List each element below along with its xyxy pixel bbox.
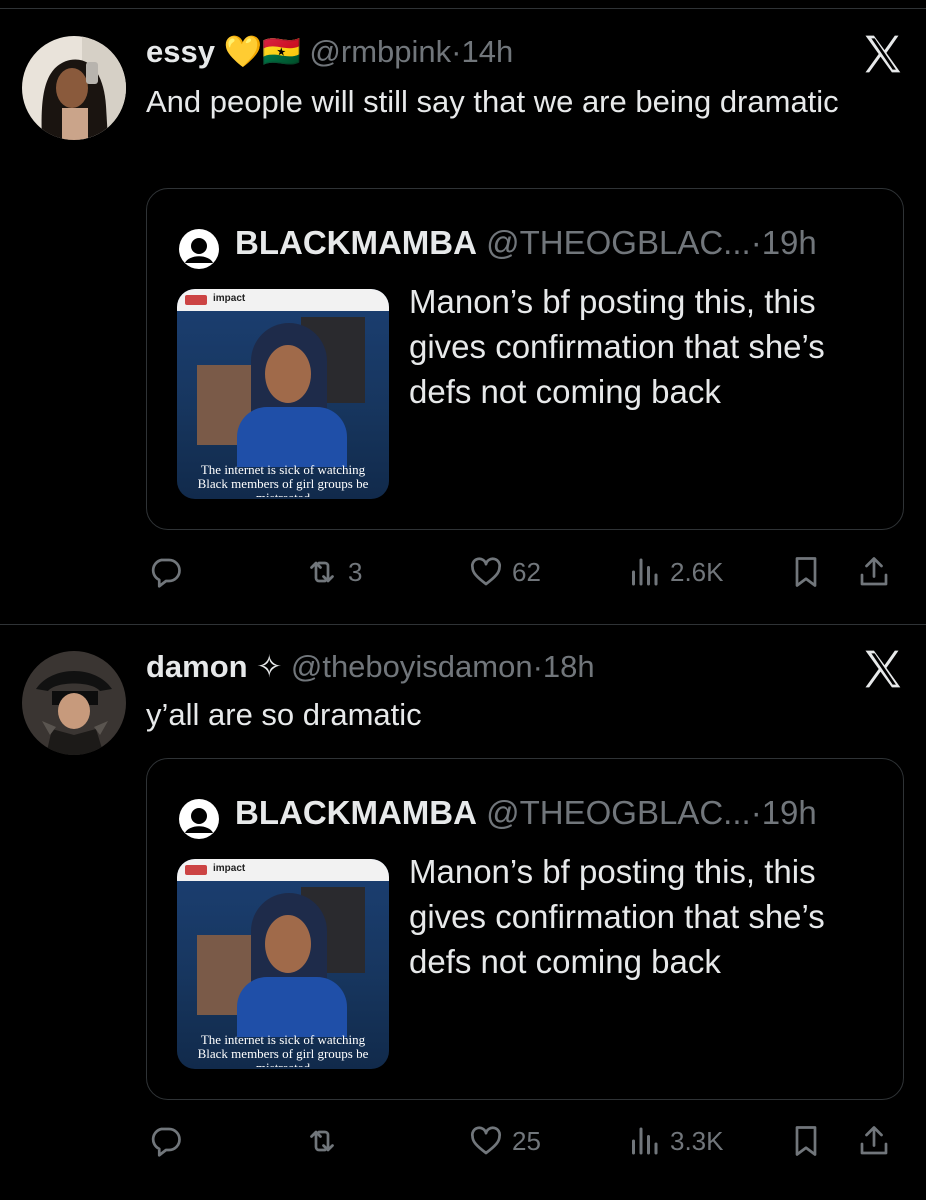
dot-separator: ·	[750, 794, 762, 831]
action-bar: 3 62 2.6K	[0, 552, 926, 592]
view-count: 2.6K	[670, 556, 724, 587]
avatar[interactable]	[22, 36, 126, 140]
quoted-tweet[interactable]: BLACKMAMBA @THEOGBLAC...·19h impact The …	[146, 188, 904, 530]
quoted-name: BLACKMAMBA	[235, 224, 477, 261]
quoted-handle: @THEOGBLAC...	[486, 794, 751, 831]
reply-button[interactable]	[148, 1121, 192, 1161]
reply-button[interactable]	[148, 552, 192, 592]
image-caption: The internet is sick of watching Black m…	[197, 1033, 369, 1067]
image-header-label: impact	[213, 293, 246, 304]
like-icon	[471, 1126, 501, 1155]
retweet-button[interactable]	[304, 1121, 348, 1161]
dot-separator: ·	[750, 224, 762, 261]
avatar[interactable]	[22, 651, 126, 755]
quoted-text: Manon’s bf posting this, this gives conf…	[409, 283, 825, 410]
dot-separator: ·	[532, 649, 543, 684]
default-avatar-icon	[177, 797, 221, 841]
retweet-button[interactable]: 3	[304, 552, 362, 592]
quoted-text: Manon’s bf posting this, this gives conf…	[409, 853, 825, 980]
like-button[interactable]: 25	[468, 1121, 541, 1161]
quoted-header: BLACKMAMBA @THEOGBLAC...·19h	[235, 221, 817, 265]
retweet-icon	[310, 1130, 334, 1152]
dot-separator: ·	[451, 34, 462, 69]
image-header-label: impact	[213, 863, 246, 874]
image-caption: The internet is sick of watching Black m…	[197, 463, 369, 497]
quoted-image[interactable]: impact The internet is sick of watching …	[177, 289, 389, 499]
name-emoji: ✧	[256, 649, 283, 684]
tweet-text: And people will still say that we are be…	[146, 84, 839, 119]
tweet-header: essy 💛🇬🇭 @rmbpink·14h	[146, 32, 513, 72]
x-logo-icon	[860, 32, 904, 76]
bookmark-icon	[795, 1126, 817, 1156]
quoted-handle: @THEOGBLAC...	[486, 224, 751, 261]
like-button[interactable]: 62	[468, 552, 541, 592]
display-name[interactable]: essy	[146, 34, 215, 69]
tweet[interactable]: essy 💛🇬🇭 @rmbpink·14h And people will st…	[0, 0, 926, 624]
quoted-image[interactable]: impact The internet is sick of watching …	[177, 859, 389, 1069]
quoted-name: BLACKMAMBA	[235, 794, 477, 831]
x-logo-icon	[860, 647, 904, 691]
views-icon	[632, 558, 658, 586]
share-icon	[860, 557, 888, 586]
reply-icon	[151, 558, 181, 588]
share-icon	[860, 1126, 888, 1155]
view-count: 3.3K	[670, 1125, 724, 1156]
share-button[interactable]	[856, 552, 892, 592]
retweet-count: 3	[348, 556, 363, 587]
handle[interactable]: @theboyisdamon	[291, 649, 533, 684]
timestamp[interactable]: 18h	[543, 649, 595, 684]
bookmark-icon	[795, 557, 817, 587]
bookmark-button[interactable]	[788, 552, 824, 592]
views-button[interactable]: 3.3K	[626, 1121, 724, 1161]
views-button[interactable]: 2.6K	[626, 552, 724, 592]
name-emoji: 💛🇬🇭	[223, 34, 301, 69]
quoted-header: BLACKMAMBA @THEOGBLAC...·19h	[235, 791, 817, 835]
views-icon	[632, 1127, 658, 1155]
default-avatar-icon	[177, 227, 221, 271]
timestamp[interactable]: 14h	[461, 34, 513, 69]
share-button[interactable]	[856, 1121, 892, 1161]
tweet-text: y’all are so dramatic	[146, 697, 422, 732]
action-bar: 25 3.3K	[0, 1121, 926, 1161]
like-count: 25	[512, 1125, 541, 1156]
quoted-tweet[interactable]: BLACKMAMBA @THEOGBLAC...·19h impact The …	[146, 758, 904, 1100]
reply-icon	[151, 1127, 181, 1157]
retweet-icon	[310, 561, 334, 583]
like-icon	[471, 557, 501, 586]
like-count: 62	[512, 556, 541, 587]
tweet[interactable]: damon ✧ @theboyisdamon·18h y’all are so …	[0, 625, 926, 1200]
bookmark-button[interactable]	[788, 1121, 824, 1161]
handle[interactable]: @rmbpink	[309, 34, 451, 69]
display-name[interactable]: damon	[146, 649, 248, 684]
quoted-timestamp: 19h	[761, 794, 817, 831]
quoted-timestamp: 19h	[761, 224, 817, 261]
tweet-header: damon ✧ @theboyisdamon·18h	[146, 647, 595, 687]
